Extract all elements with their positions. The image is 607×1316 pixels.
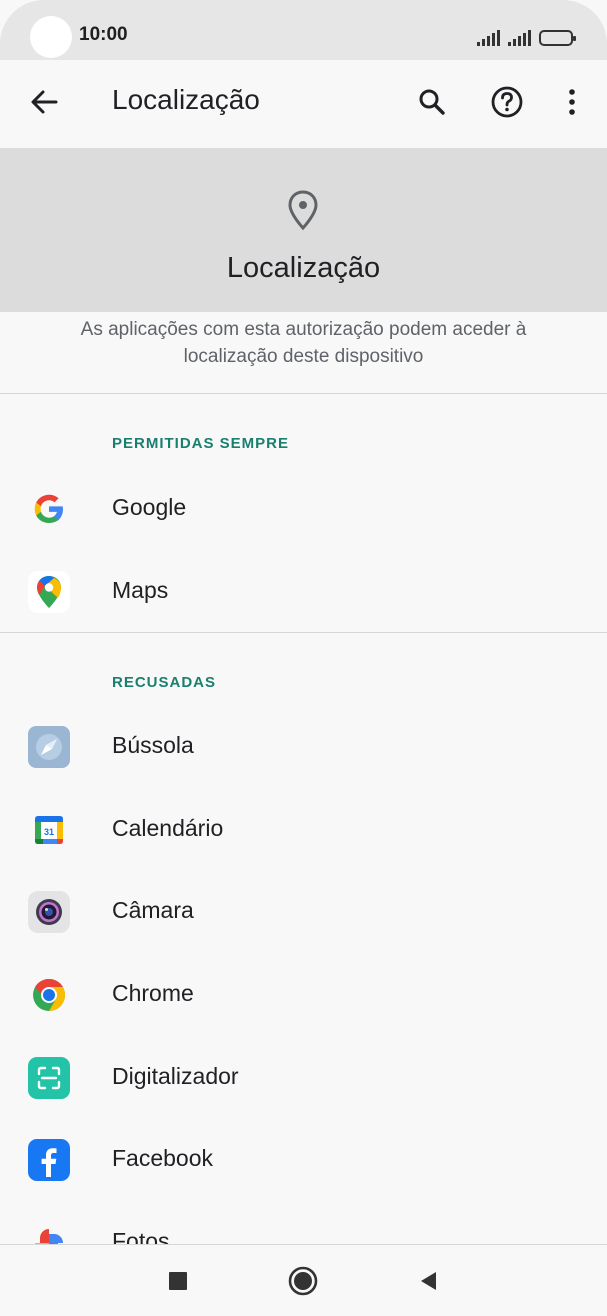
calendar-icon: 31	[28, 809, 70, 851]
battery-icon	[539, 30, 576, 46]
app-row-google[interactable]: Google	[0, 468, 607, 550]
app-name: Chrome	[112, 980, 194, 1006]
app-name: Google	[112, 494, 187, 520]
phone-screen: 10:00 Localização Localização As aplicaç…	[0, 0, 607, 1316]
calendar-date: 31	[44, 827, 54, 837]
search-button[interactable]	[410, 80, 454, 124]
app-row-scanner[interactable]: Digitalizador	[0, 1037, 607, 1119]
signal-icon	[508, 30, 531, 46]
app-row-maps[interactable]: Maps	[0, 551, 607, 633]
triangle-back-icon	[421, 1272, 436, 1290]
app-row-compass[interactable]: Bússola	[0, 706, 607, 788]
app-name: Facebook	[112, 1145, 214, 1171]
scanner-icon	[28, 1057, 70, 1099]
app-name: Calendário	[112, 815, 224, 841]
back-nav-button[interactable]	[410, 1263, 446, 1299]
camera-cutout	[30, 16, 72, 58]
google-icon	[28, 488, 70, 530]
app-bar: Localização	[0, 60, 607, 148]
system-nav-bar	[0, 1244, 607, 1316]
status-bar: 10:00	[0, 0, 607, 60]
permission-description: As aplicações com esta autorização podem…	[80, 319, 527, 367]
more-vert-icon	[569, 89, 575, 115]
permission-title: Localização	[226, 252, 381, 284]
facebook-icon	[28, 1139, 70, 1181]
permission-header: Localização	[0, 148, 607, 312]
app-row-calendar[interactable]: 31 Calendário	[0, 789, 607, 871]
app-row-facebook[interactable]: Facebook	[0, 1119, 607, 1201]
compass-icon	[28, 726, 70, 768]
app-name: Bússola	[112, 732, 194, 758]
status-time: 10:00	[79, 24, 128, 45]
status-icons	[477, 26, 576, 46]
maps-icon	[28, 571, 70, 613]
divider	[0, 393, 607, 394]
chrome-icon	[28, 974, 70, 1016]
arrow-back-icon	[31, 90, 58, 114]
signal-icon	[477, 30, 500, 46]
app-name: Digitalizador	[112, 1063, 239, 1089]
location-pin-icon	[288, 190, 318, 231]
app-row-camera[interactable]: Câmara	[0, 871, 607, 953]
app-row-chrome[interactable]: Chrome	[0, 954, 607, 1036]
search-icon	[419, 89, 445, 115]
camera-icon	[28, 891, 70, 933]
page-title: Localização	[112, 84, 260, 115]
app-name: Maps	[112, 577, 169, 603]
section-denied-label: RECUSADAS	[112, 674, 217, 691]
section-allowed-label: PERMITIDAS SEMPRE	[112, 435, 290, 452]
square-icon	[169, 1272, 187, 1290]
more-options-button[interactable]	[550, 80, 594, 124]
app-name: Câmara	[112, 897, 194, 923]
recents-button[interactable]	[160, 1263, 196, 1299]
help-icon	[491, 86, 523, 118]
help-button[interactable]	[485, 80, 529, 124]
home-circle-icon	[288, 1266, 318, 1296]
back-button[interactable]	[24, 82, 64, 122]
divider	[0, 632, 607, 633]
home-button[interactable]	[285, 1263, 321, 1299]
